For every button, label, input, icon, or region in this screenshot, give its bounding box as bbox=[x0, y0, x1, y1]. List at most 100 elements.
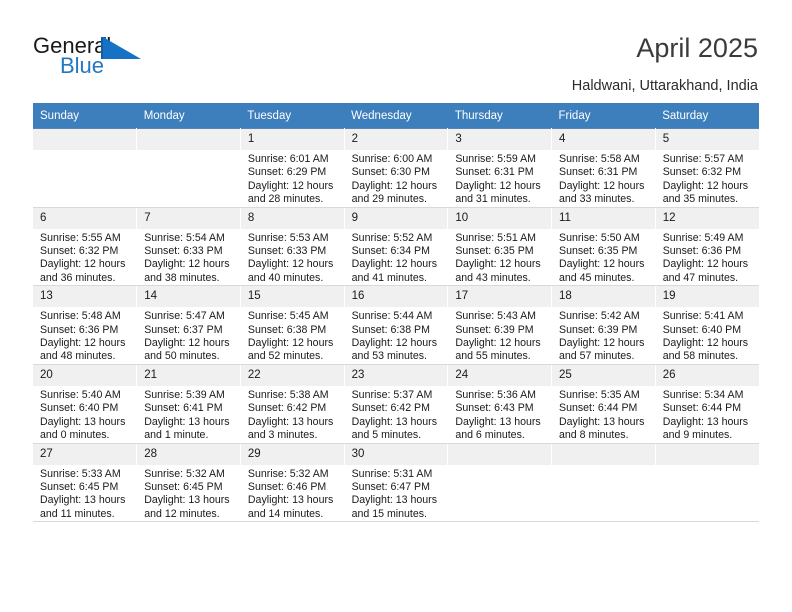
day-number: 19 bbox=[655, 286, 759, 308]
sunrise-text: Sunrise: 5:40 AM bbox=[40, 388, 121, 401]
logo-text-blue: Blue bbox=[60, 53, 105, 78]
day-number: 28 bbox=[137, 443, 240, 465]
day-number: 15 bbox=[240, 286, 344, 308]
calendar-day-cell[interactable]: 25 Sunrise: 5:35 AM Sunset: 6:44 PM Dayligh… bbox=[551, 363, 656, 444]
calendar-day-cell[interactable]: 10 Sunrise: 5:51 AM Sunset: 6:35 PM Dayligh… bbox=[447, 206, 553, 287]
daylight-text-line2: and 35 minutes. bbox=[662, 193, 739, 206]
day-number: 4 bbox=[552, 129, 655, 150]
calendar-day-cell[interactable]: 14 Sunrise: 5:47 AM Sunset: 6:37 PM Dayligh… bbox=[136, 285, 241, 365]
sunrise-text: Sunrise: 5:35 AM bbox=[559, 388, 640, 401]
weekday-header-monday: Monday bbox=[136, 103, 241, 129]
daylight-text-line1: Daylight: 13 hours bbox=[40, 494, 126, 507]
daylight-text-line1: Daylight: 13 hours bbox=[662, 415, 749, 428]
day-sun-info: Sunrise: 5:49 AM Sunset: 6:36 PM Daylight:… bbox=[656, 229, 759, 286]
day-number: 20 bbox=[33, 364, 137, 386]
daylight-text-line2: and 0 minutes. bbox=[40, 429, 110, 442]
calendar-day-cell[interactable]: 26 Sunrise: 5:34 AM Sunset: 6:44 PM Dayligh… bbox=[655, 363, 759, 444]
day-number: 3 bbox=[448, 129, 552, 150]
daylight-text-line2: and 29 minutes. bbox=[351, 193, 427, 206]
calendar-day-cell[interactable]: 27 Sunrise: 5:33 AM Sunset: 6:45 PM Dayligh… bbox=[33, 442, 138, 523]
calendar-day-cell[interactable]: 15 Sunrise: 5:45 AM Sunset: 6:38 PM Dayligh… bbox=[240, 285, 345, 365]
daylight-text-line2: and 15 minutes. bbox=[351, 507, 427, 520]
calendar-day-cell[interactable]: 12 Sunrise: 5:49 AM Sunset: 6:36 PM Dayligh… bbox=[655, 206, 759, 287]
calendar-day-cell[interactable]: 17 Sunrise: 5:43 AM Sunset: 6:39 PM Dayligh… bbox=[447, 285, 553, 365]
calendar-day-cell[interactable]: 1 Sunrise: 6:01 AM Sunset: 6:29 PM Daylight… bbox=[240, 128, 345, 208]
weekday-header-wednesday: Wednesday bbox=[344, 103, 448, 129]
sunrise-text: Sunrise: 5:51 AM bbox=[455, 231, 536, 244]
day-sun-info: Sunrise: 5:43 AM Sunset: 6:39 PM Daylight:… bbox=[448, 307, 551, 364]
calendar-day-cell[interactable]: 9 Sunrise: 5:52 AM Sunset: 6:34 PM Daylight… bbox=[344, 206, 449, 287]
calendar-day-cell[interactable]: 11 Sunrise: 5:50 AM Sunset: 6:35 PM Dayligh… bbox=[551, 206, 656, 287]
calendar-day-cell[interactable]: 5 Sunrise: 5:57 AM Sunset: 6:32 PM Daylight… bbox=[655, 128, 759, 208]
day-sun-info: Sunrise: 5:54 AM Sunset: 6:33 PM Daylight:… bbox=[137, 229, 240, 286]
calendar-day-cell[interactable]: 7 Sunrise: 5:54 AM Sunset: 6:33 PM Daylight… bbox=[136, 206, 241, 287]
day-sun-info: Sunrise: 5:59 AM Sunset: 6:31 PM Daylight:… bbox=[448, 150, 551, 207]
daylight-text-line1: Daylight: 12 hours bbox=[351, 179, 437, 192]
day-number: 1 bbox=[240, 129, 344, 150]
page-subtitle: Haldwani, Uttarakhand, India bbox=[571, 78, 758, 94]
sunset-text: Sunset: 6:35 PM bbox=[455, 245, 534, 258]
sunset-text: Sunset: 6:38 PM bbox=[247, 323, 327, 336]
day-sun-info: Sunrise: 5:37 AM Sunset: 6:42 PM Daylight:… bbox=[345, 386, 448, 443]
calendar-week-row: 6 Sunrise: 5:55 AM Sunset: 6:32 PM Daylight… bbox=[33, 206, 759, 287]
sunrise-text: Sunrise: 5:38 AM bbox=[247, 388, 329, 401]
day-number: 11 bbox=[552, 207, 655, 229]
calendar-day-cell[interactable]: 18 Sunrise: 5:42 AM Sunset: 6:39 PM Dayligh… bbox=[551, 285, 656, 365]
daylight-text-line1: Daylight: 12 hours bbox=[559, 337, 645, 350]
daylight-text-line1: Daylight: 13 hours bbox=[247, 415, 334, 428]
sunset-text: Sunset: 6:36 PM bbox=[40, 323, 119, 336]
sunset-text: Sunset: 6:33 PM bbox=[247, 245, 327, 258]
day-sun-info: Sunrise: 5:31 AM Sunset: 6:47 PM Daylight:… bbox=[345, 465, 448, 522]
calendar-day-cell[interactable]: 28 Sunrise: 5:32 AM Sunset: 6:45 PM Dayligh… bbox=[136, 442, 241, 523]
sunrise-text: Sunrise: 6:00 AM bbox=[351, 153, 433, 165]
logo-triangle-icon bbox=[103, 37, 141, 59]
calendar-cell-empty bbox=[447, 442, 553, 523]
daylight-text-line1: Daylight: 12 hours bbox=[351, 337, 437, 350]
daylight-text-line2: and 31 minutes. bbox=[455, 193, 531, 206]
daylight-text-line2: and 52 minutes. bbox=[247, 350, 324, 363]
sunrise-text: Sunrise: 5:50 AM bbox=[559, 231, 640, 244]
day-number: 22 bbox=[240, 364, 344, 386]
day-number: 13 bbox=[33, 286, 137, 308]
daylight-text-line2: and 50 minutes. bbox=[144, 350, 220, 363]
sunrise-text: Sunrise: 5:52 AM bbox=[351, 231, 433, 244]
calendar-day-cell[interactable]: 29 Sunrise: 5:32 AM Sunset: 6:46 PM Dayligh… bbox=[240, 442, 345, 523]
calendar-day-cell[interactable]: 8 Sunrise: 5:53 AM Sunset: 6:33 PM Daylight… bbox=[240, 206, 345, 287]
calendar-day-cell[interactable]: 4 Sunrise: 5:58 AM Sunset: 6:31 PM Daylight… bbox=[551, 128, 656, 208]
calendar-day-cell[interactable]: 16 Sunrise: 5:44 AM Sunset: 6:38 PM Dayligh… bbox=[344, 285, 449, 365]
calendar-day-cell[interactable]: 22 Sunrise: 5:38 AM Sunset: 6:42 PM Dayligh… bbox=[240, 363, 345, 444]
calendar-day-cell[interactable]: 2 Sunrise: 6:00 AM Sunset: 6:30 PM Daylight… bbox=[344, 128, 449, 208]
sunset-text: Sunset: 6:42 PM bbox=[247, 402, 327, 415]
weekday-header-saturday: Saturday bbox=[655, 103, 759, 129]
daylight-text-line2: and 53 minutes. bbox=[351, 350, 427, 363]
day-sun-info: Sunrise: 5:32 AM Sunset: 6:46 PM Daylight:… bbox=[241, 465, 344, 522]
daylight-text-line1: Daylight: 13 hours bbox=[351, 415, 437, 428]
daylight-text-line2: and 43 minutes. bbox=[455, 271, 531, 284]
day-number bbox=[552, 443, 655, 465]
calendar-day-cell[interactable]: 23 Sunrise: 5:37 AM Sunset: 6:42 PM Dayligh… bbox=[344, 363, 449, 444]
calendar-day-cell[interactable]: 19 Sunrise: 5:41 AM Sunset: 6:40 PM Dayligh… bbox=[655, 285, 759, 365]
calendar-day-cell[interactable]: 6 Sunrise: 5:55 AM Sunset: 6:32 PM Daylight… bbox=[33, 206, 138, 287]
day-sun-info: Sunrise: 5:38 AM Sunset: 6:42 PM Daylight:… bbox=[241, 386, 344, 443]
calendar-day-cell[interactable]: 20 Sunrise: 5:40 AM Sunset: 6:40 PM Dayligh… bbox=[33, 363, 138, 444]
calendar-day-cell[interactable]: 13 Sunrise: 5:48 AM Sunset: 6:36 PM Dayligh… bbox=[33, 285, 138, 365]
day-number: 17 bbox=[448, 286, 552, 308]
daylight-text-line2: and 8 minutes. bbox=[559, 429, 629, 442]
calendar-page: General Blue April 2025 Haldwani, Uttara… bbox=[0, 0, 792, 612]
sunset-text: Sunset: 6:30 PM bbox=[351, 166, 430, 179]
day-number: 5 bbox=[655, 129, 759, 150]
daylight-text-line2: and 40 minutes. bbox=[247, 271, 324, 284]
sunrise-text: Sunrise: 5:48 AM bbox=[40, 310, 121, 323]
calendar-day-cell[interactable]: 24 Sunrise: 5:36 AM Sunset: 6:43 PM Dayligh… bbox=[447, 363, 553, 444]
calendar-day-cell[interactable]: 30 Sunrise: 5:31 AM Sunset: 6:47 PM Dayligh… bbox=[344, 442, 449, 523]
sunrise-text: Sunrise: 5:59 AM bbox=[455, 153, 536, 165]
sunrise-text: Sunrise: 5:55 AM bbox=[40, 231, 121, 244]
day-sun-info: Sunrise: 5:58 AM Sunset: 6:31 PM Daylight:… bbox=[552, 150, 655, 207]
general-blue-logo[interactable]: General Blue bbox=[33, 34, 173, 86]
weekday-header-thursday: Thursday bbox=[447, 103, 552, 129]
calendar-day-cell[interactable]: 21 Sunrise: 5:39 AM Sunset: 6:41 PM Dayligh… bbox=[136, 363, 241, 444]
day-sun-info: Sunrise: 6:01 AM Sunset: 6:29 PM Daylight:… bbox=[241, 150, 344, 207]
day-number bbox=[655, 443, 759, 465]
calendar-day-cell[interactable]: 3 Sunrise: 5:59 AM Sunset: 6:31 PM Daylight… bbox=[447, 128, 553, 208]
calendar-week-row: 1 Sunrise: 6:01 AM Sunset: 6:29 PM Daylight… bbox=[33, 128, 759, 208]
